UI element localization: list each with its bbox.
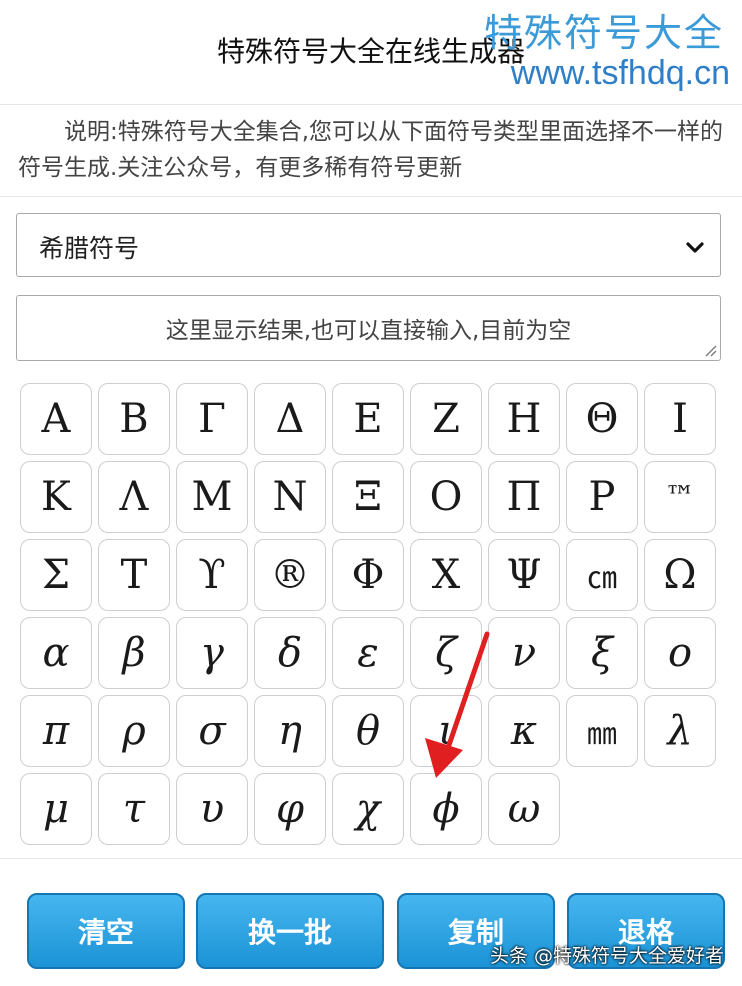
- symbol-key[interactable]: μ: [20, 773, 92, 845]
- symbol-key[interactable]: Ε: [332, 383, 404, 455]
- symbol-key[interactable]: Β: [98, 383, 170, 455]
- symbol-key[interactable]: Ρ: [566, 461, 638, 533]
- symbol-key[interactable]: η: [254, 695, 326, 767]
- symbol-key[interactable]: υ: [176, 773, 248, 845]
- symbol-key[interactable]: ζ: [410, 617, 482, 689]
- result-textarea[interactable]: 这里显示结果,也可以直接输入,目前为空: [16, 295, 721, 361]
- symbol-key[interactable]: Σ: [20, 539, 92, 611]
- symbol-key[interactable]: Ω: [644, 539, 716, 611]
- symbol-key[interactable]: Τ: [98, 539, 170, 611]
- symbol-key[interactable]: ν: [488, 617, 560, 689]
- symbol-key[interactable]: ρ: [98, 695, 170, 767]
- symbol-key[interactable]: Γ: [176, 383, 248, 455]
- divider: [0, 104, 742, 105]
- symbol-key[interactable]: ϕ: [410, 773, 482, 845]
- symbol-key[interactable]: γ: [176, 617, 248, 689]
- clear-button[interactable]: 清空: [27, 893, 185, 969]
- symbol-key[interactable]: ι: [410, 695, 482, 767]
- symbol-key[interactable]: Ψ: [488, 539, 560, 611]
- symbol-key[interactable]: Ζ: [410, 383, 482, 455]
- symbol-key[interactable]: χ: [332, 773, 404, 845]
- divider: [0, 196, 742, 197]
- symbol-key[interactable]: λ: [644, 695, 716, 767]
- symbol-key[interactable]: ®: [254, 539, 326, 611]
- symbol-key[interactable]: φ: [254, 773, 326, 845]
- symbol-key[interactable]: ω: [488, 773, 560, 845]
- credit-watermark: 头条 @特殊符号大全爱好者: [489, 945, 724, 967]
- category-select-value: 希腊符号: [39, 234, 140, 263]
- symbol-key[interactable]: Φ: [332, 539, 404, 611]
- symbol-key[interactable]: ο: [644, 617, 716, 689]
- symbol-key[interactable]: σ: [176, 695, 248, 767]
- symbol-key[interactable]: β: [98, 617, 170, 689]
- symbol-key[interactable]: ϒ: [176, 539, 248, 611]
- symbol-key[interactable]: Ξ: [332, 461, 404, 533]
- result-placeholder: 这里显示结果,也可以直接输入,目前为空: [165, 318, 572, 344]
- chevron-down-icon: [686, 242, 704, 253]
- header: 特殊符号大全在线生成器 特殊符号大全 www.tsfhdq.cn: [0, 0, 742, 104]
- refresh-batch-button[interactable]: 换一批: [196, 893, 384, 969]
- description-text: 说明:特殊符号大全集合,您可以从下面符号类型里面选择不一样的符号生成.关注公众号…: [18, 119, 724, 181]
- resize-grip-icon[interactable]: [701, 341, 717, 357]
- symbol-key[interactable]: Ι: [644, 383, 716, 455]
- symbol-key[interactable]: κ: [488, 695, 560, 767]
- symbol-key[interactable]: ㎜: [566, 695, 638, 767]
- symbol-key[interactable]: Ν: [254, 461, 326, 533]
- symbol-key[interactable]: ™: [644, 461, 716, 533]
- symbol-key[interactable]: Κ: [20, 461, 92, 533]
- watermark-url: www.tsfhdq.cn: [510, 54, 730, 92]
- category-select[interactable]: 希腊符号: [16, 213, 721, 277]
- symbol-key[interactable]: Δ: [254, 383, 326, 455]
- symbol-grid: Α Β Γ Δ Ε Ζ Η Θ Ι Κ Λ Μ Ν Ξ Ο Π Ρ ™ Σ Τ ϒ ® Φ Χ Ψ ㎝ Ωα β γ δ ε ζ ν ξ ο π ρ σ η…: [20, 383, 716, 845]
- symbol-key[interactable]: θ: [332, 695, 404, 767]
- symbol-key[interactable]: ξ: [566, 617, 638, 689]
- symbol-key[interactable]: Η: [488, 383, 560, 455]
- symbol-key[interactable]: Λ: [98, 461, 170, 533]
- symbol-key[interactable]: Χ: [410, 539, 482, 611]
- symbol-key[interactable]: Α: [20, 383, 92, 455]
- symbol-key[interactable]: α: [20, 617, 92, 689]
- symbol-key[interactable]: Ο: [410, 461, 482, 533]
- watermark-text: 特殊符号大全: [483, 11, 724, 55]
- symbol-key[interactable]: δ: [254, 617, 326, 689]
- divider: [0, 858, 742, 859]
- symbol-key[interactable]: Π: [488, 461, 560, 533]
- symbol-key[interactable]: ε: [332, 617, 404, 689]
- symbol-key[interactable]: τ: [98, 773, 170, 845]
- symbol-key[interactable]: π: [20, 695, 92, 767]
- symbol-key[interactable]: ㎝: [566, 539, 638, 611]
- symbol-key[interactable]: Θ: [566, 383, 638, 455]
- symbol-key[interactable]: Μ: [176, 461, 248, 533]
